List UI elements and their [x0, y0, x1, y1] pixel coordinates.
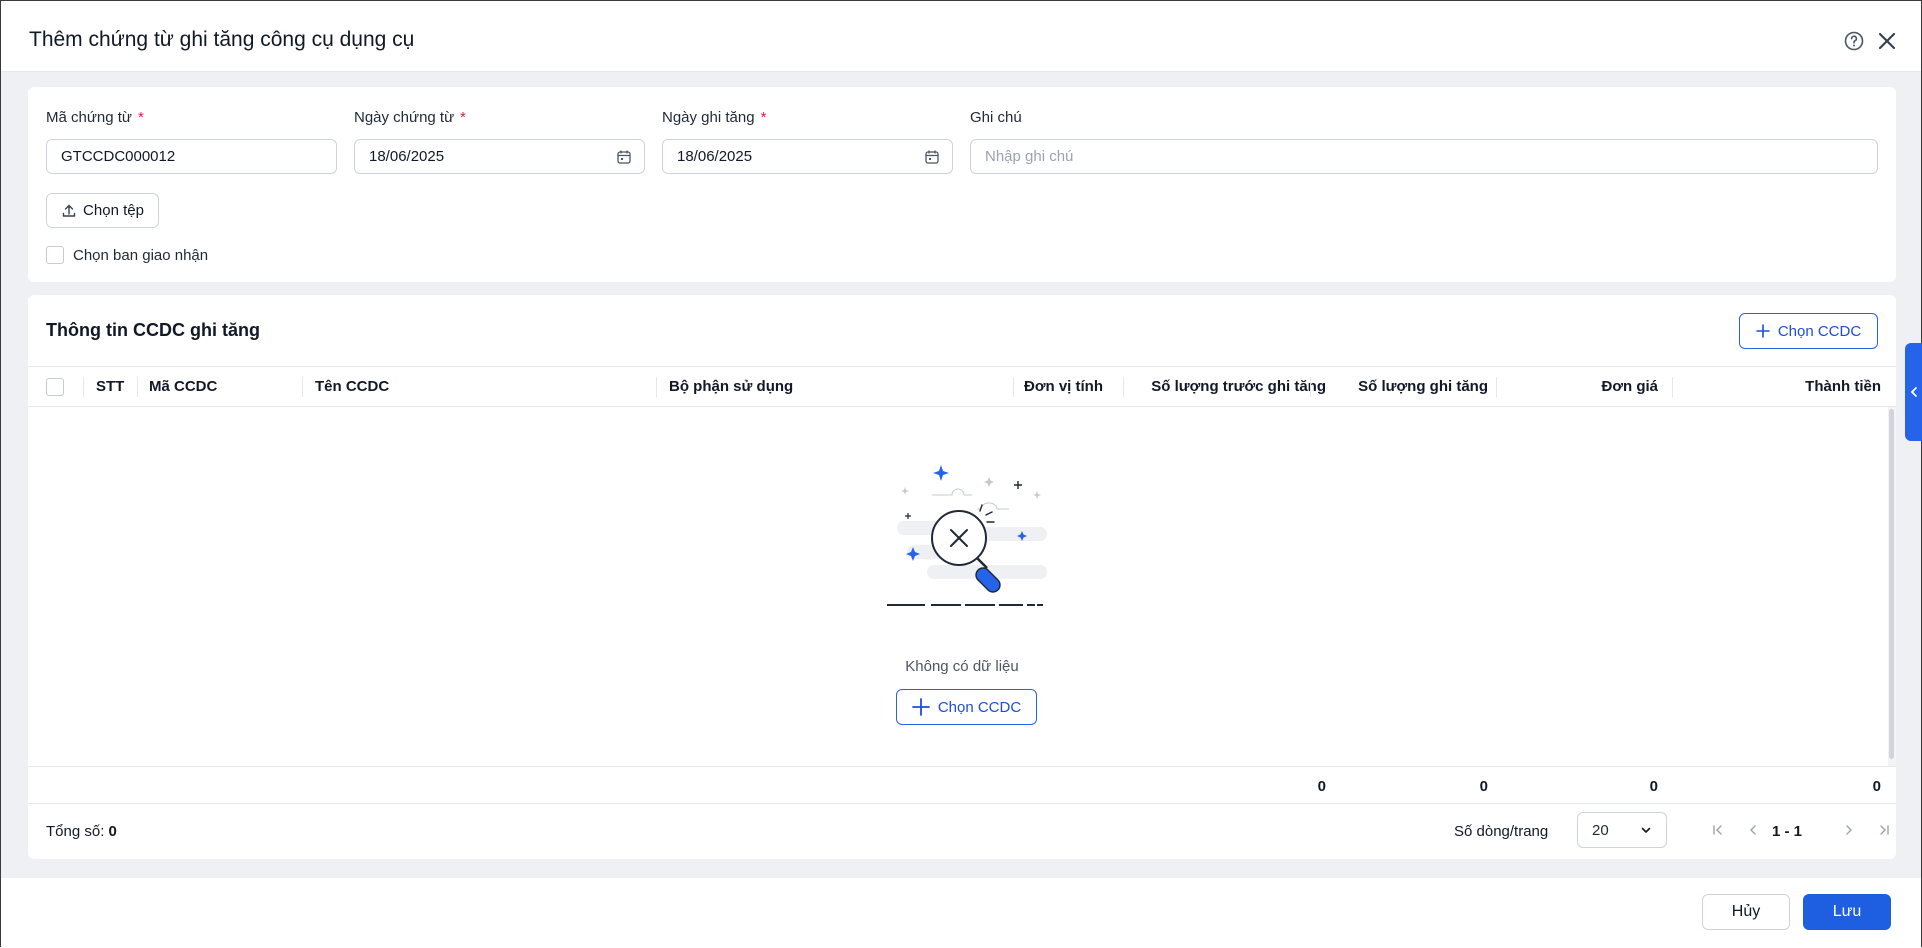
col-qty-before: Số lượng trước ghi tăng — [1151, 378, 1326, 395]
prev-page-button[interactable] — [1741, 818, 1765, 842]
col-amount: Thành tiền — [1805, 378, 1881, 395]
dialog-title: Thêm chứng từ ghi tăng công cụ dụng cụ — [29, 28, 415, 51]
doc-code-label: Mã chứng từ * — [46, 109, 144, 126]
pagination: Tổng số: 0 Số dòng/trang 20 1 - 1 — [28, 804, 1896, 859]
choose-ccdc-label: Chọn CCDC — [1777, 322, 1862, 340]
rows-per-page-label: Số dòng/trang — [1454, 823, 1549, 840]
doc-date-label: Ngày chứng từ * — [354, 109, 466, 126]
rows-per-page-select[interactable]: 20 — [1577, 812, 1667, 848]
col-code: Mã CCDC — [149, 378, 218, 395]
table-header: STT Mã CCDC Tên CCDC Bộ phận sử dụng Đơn… — [28, 366, 1896, 407]
col-stt: STT — [96, 378, 125, 395]
total-qty-before: 0 — [1317, 777, 1326, 795]
rows-per-page-value: 20 — [1592, 821, 1609, 839]
upload-icon — [62, 204, 76, 217]
total-qty-increase: 0 — [1479, 777, 1488, 795]
col-qty-increase: Số lượng ghi tăng — [1358, 378, 1488, 395]
doc-date-input[interactable] — [369, 148, 630, 165]
table-body: Không có dữ liệu Chọn CCDC — [28, 407, 1896, 766]
empty-choose-ccdc-button[interactable]: Chọn CCDC — [896, 689, 1037, 725]
dialog: Thêm chứng từ ghi tăng công cụ dụng cụ M… — [0, 0, 1922, 948]
plus-icon — [1756, 324, 1770, 338]
note-field[interactable] — [970, 139, 1878, 174]
empty-search-illustration-icon — [887, 465, 1047, 606]
note-input[interactable] — [985, 148, 1863, 165]
close-icon[interactable] — [1875, 29, 1899, 53]
col-department: Bộ phận sử dụng — [669, 378, 794, 395]
cancel-button[interactable]: Hủy — [1702, 894, 1790, 930]
chevron-left-icon — [1750, 825, 1756, 835]
empty-choose-ccdc-label: Chọn CCDC — [937, 698, 1022, 716]
tool-table-card: Thông tin CCDC ghi tăng Chọn CCDC STT Mã… — [28, 295, 1896, 859]
last-page-button[interactable] — [1872, 818, 1896, 842]
total-amount: 0 — [1872, 777, 1881, 795]
chevron-down-icon — [1641, 827, 1651, 833]
next-page-button[interactable] — [1837, 818, 1861, 842]
empty-state-text: Không có dữ liệu — [905, 658, 1019, 675]
table-totals-row: 0 0 0 0 — [28, 766, 1896, 804]
dialog-footer: Hủy Lưu — [1, 878, 1921, 948]
chevron-right-icon — [1846, 825, 1852, 835]
dialog-header: Thêm chứng từ ghi tăng công cụ dụng cụ — [1, 1, 1921, 72]
col-unit: Đơn vị tính — [1024, 378, 1103, 395]
section-title: Thông tin CCDC ghi tăng — [46, 320, 260, 340]
first-page-button[interactable] — [1706, 818, 1730, 842]
table-scrollbar[interactable] — [1888, 407, 1896, 766]
record-date-input[interactable] — [677, 148, 938, 165]
select-all-cell[interactable] — [46, 367, 66, 406]
upload-file-label: Chọn tệp — [83, 202, 144, 219]
plus-icon — [911, 698, 930, 716]
handover-checkbox[interactable] — [46, 246, 64, 264]
doc-code-input[interactable] — [61, 148, 322, 165]
chevron-left-icon — [1910, 387, 1917, 397]
select-all-checkbox[interactable] — [46, 377, 64, 396]
side-panel-toggle[interactable] — [1905, 343, 1922, 441]
note-label: Ghi chú — [970, 109, 1022, 126]
calendar-icon[interactable] — [924, 149, 940, 165]
general-info-card: Mã chứng từ* Ngày chứng từ* Ngày ghi tăn… — [28, 87, 1896, 282]
doc-code-field[interactable] — [46, 139, 337, 174]
first-page-icon — [1713, 825, 1722, 835]
total-count: Tổng số: 0 — [46, 823, 117, 840]
col-unit-price: Đơn giá — [1601, 378, 1659, 395]
save-button[interactable]: Lưu — [1803, 894, 1891, 930]
choose-ccdc-button[interactable]: Chọn CCDC — [1739, 313, 1878, 349]
handover-checkbox-label: Chọn ban giao nhận — [73, 246, 209, 264]
total-unit-price: 0 — [1649, 777, 1658, 795]
record-date-field[interactable] — [662, 139, 953, 174]
handover-checkbox-row[interactable]: Chọn ban giao nhận — [46, 246, 208, 264]
last-page-icon — [1880, 825, 1889, 835]
page-range: 1 - 1 — [1772, 823, 1803, 840]
calendar-icon[interactable] — [616, 149, 632, 165]
doc-date-field[interactable] — [354, 139, 645, 174]
help-icon[interactable] — [1843, 30, 1865, 52]
record-date-label: Ngày ghi tăng * — [662, 109, 767, 126]
upload-file-button[interactable]: Chọn tệp — [46, 193, 159, 228]
col-name: Tên CCDC — [315, 378, 390, 395]
